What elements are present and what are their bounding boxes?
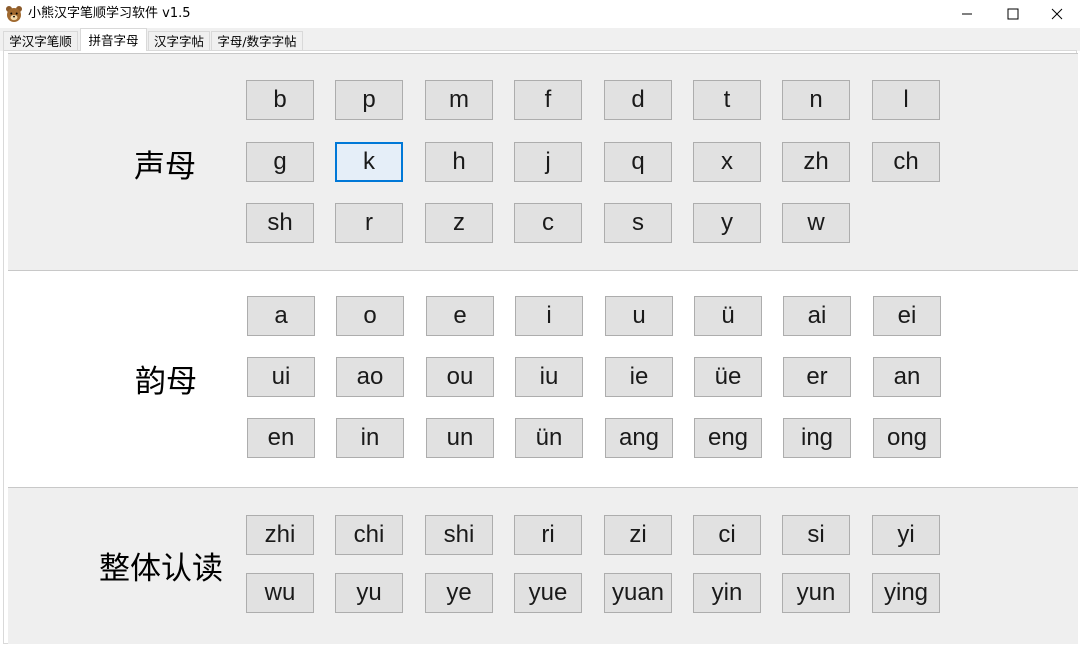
pinyin-key[interactable]: yu <box>335 573 403 613</box>
pinyin-key[interactable]: j <box>514 142 582 182</box>
pinyin-key[interactable]: sh <box>246 203 314 243</box>
pinyin-key[interactable]: ye <box>425 573 493 613</box>
pinyin-key[interactable]: en <box>247 418 315 458</box>
tab-pinyin[interactable]: 拼音字母 <box>80 28 147 51</box>
pinyin-key[interactable]: o <box>336 296 404 336</box>
pinyin-key[interactable]: zhi <box>246 515 314 555</box>
pinyin-key[interactable]: s <box>604 203 672 243</box>
pinyin-key[interactable]: b <box>246 80 314 120</box>
pinyin-key[interactable]: q <box>604 142 672 182</box>
pinyin-key[interactable]: chi <box>335 515 403 555</box>
whole-syllables-label: 整体认读 <box>99 551 223 587</box>
finals-section: 韵母 a o e i u ü ai ei ui ao ou iu ie üe er an en in un ün ang… <box>8 270 1078 488</box>
pinyin-key[interactable]: c <box>514 203 582 243</box>
pinyin-key[interactable]: ou <box>426 357 494 397</box>
pinyin-key[interactable]: ei <box>873 296 941 336</box>
pinyin-key[interactable]: si <box>782 515 850 555</box>
pinyin-key[interactable]: yun <box>782 573 850 613</box>
pinyin-key[interactable]: d <box>604 80 672 120</box>
initials-label: 声母 <box>134 149 196 185</box>
pinyin-key[interactable]: ü <box>694 296 762 336</box>
pinyin-key[interactable]: zi <box>604 515 672 555</box>
pinyin-key[interactable]: ong <box>873 418 941 458</box>
pinyin-key[interactable]: eng <box>694 418 762 458</box>
pinyin-key[interactable]: zh <box>782 142 850 182</box>
pinyin-key[interactable]: r <box>335 203 403 243</box>
pinyin-key[interactable]: er <box>783 357 851 397</box>
pinyin-key[interactable]: z <box>425 203 493 243</box>
pinyin-key[interactable]: ui <box>247 357 315 397</box>
pinyin-key[interactable]: yuan <box>604 573 672 613</box>
pinyin-key[interactable]: ang <box>605 418 673 458</box>
pinyin-key[interactable]: wu <box>246 573 314 613</box>
pinyin-key[interactable]: yue <box>514 573 582 613</box>
pinyin-key[interactable]: a <box>247 296 315 336</box>
finals-label: 韵母 <box>135 364 197 400</box>
pinyin-key[interactable]: shi <box>425 515 493 555</box>
pinyin-key[interactable]: an <box>873 357 941 397</box>
tab-hanzi-copybook[interactable]: 汉字字帖 <box>148 31 210 50</box>
window-title: 小熊汉字笔顺学习软件 v1.5 <box>28 6 191 21</box>
pinyin-key[interactable]: f <box>514 80 582 120</box>
maximize-icon <box>1007 8 1019 20</box>
pinyin-panel: 声母 b p m f d t n l g k h j q x zh ch sh r z c s y w 韵母 aoeiuüa… <box>3 50 1078 644</box>
pinyin-key[interactable]: ying <box>872 573 940 613</box>
tab-letter-copybook[interactable]: 字母/数字字帖 <box>211 31 303 50</box>
pinyin-key[interactable]: ing <box>783 418 851 458</box>
pinyin-key[interactable]: g <box>246 142 314 182</box>
pinyin-key[interactable]: u <box>605 296 673 336</box>
pinyin-key[interactable]: ao <box>336 357 404 397</box>
title-bar: 小熊汉字笔顺学习软件 v1.5 <box>0 0 1080 28</box>
minimize-icon <box>962 13 972 15</box>
pinyin-key[interactable]: ch <box>872 142 940 182</box>
close-icon <box>1051 8 1063 20</box>
pinyin-key[interactable]: m <box>425 80 493 120</box>
pinyin-key[interactable]: ai <box>783 296 851 336</box>
pinyin-key[interactable]: yi <box>872 515 940 555</box>
pinyin-key[interactable]: e <box>426 296 494 336</box>
pinyin-key[interactable]: yin <box>693 573 761 613</box>
whole-syllables-section: 整体认读 zhi chi shi ri zi ci si yi wu yu ye yue yuan yin… <box>8 487 1078 644</box>
pinyin-key[interactable]: y <box>693 203 761 243</box>
pinyin-key[interactable]: in <box>336 418 404 458</box>
pinyin-key[interactable]: ün <box>515 418 583 458</box>
pinyin-key[interactable]: p <box>335 80 403 120</box>
close-button[interactable] <box>1034 0 1080 28</box>
pinyin-key[interactable]: ci <box>693 515 761 555</box>
pinyin-key[interactable]: t <box>693 80 761 120</box>
pinyin-key[interactable]: iu <box>515 357 583 397</box>
pinyin-key[interactable]: üe <box>694 357 762 397</box>
pinyin-key[interactable]: un <box>426 418 494 458</box>
pinyin-key[interactable]: x <box>693 142 761 182</box>
minimize-button[interactable] <box>944 0 990 28</box>
bear-icon <box>6 6 22 22</box>
pinyin-key[interactable]: w <box>782 203 850 243</box>
pinyin-key[interactable]: k <box>335 142 403 182</box>
maximize-button[interactable] <box>990 0 1036 28</box>
pinyin-key[interactable]: ie <box>605 357 673 397</box>
pinyin-key[interactable]: ri <box>514 515 582 555</box>
initials-section: 声母 b p m f d t n l g k h j q x zh ch sh r z c s y w <box>8 53 1078 271</box>
pinyin-key[interactable]: i <box>515 296 583 336</box>
pinyin-key[interactable]: l <box>872 80 940 120</box>
tab-strip: 学汉字笔顺 拼音字母 汉字字帖 字母/数字字帖 <box>0 28 1080 51</box>
pinyin-key[interactable]: h <box>425 142 493 182</box>
tab-stroke-order[interactable]: 学汉字笔顺 <box>3 31 78 50</box>
pinyin-key[interactable]: n <box>782 80 850 120</box>
